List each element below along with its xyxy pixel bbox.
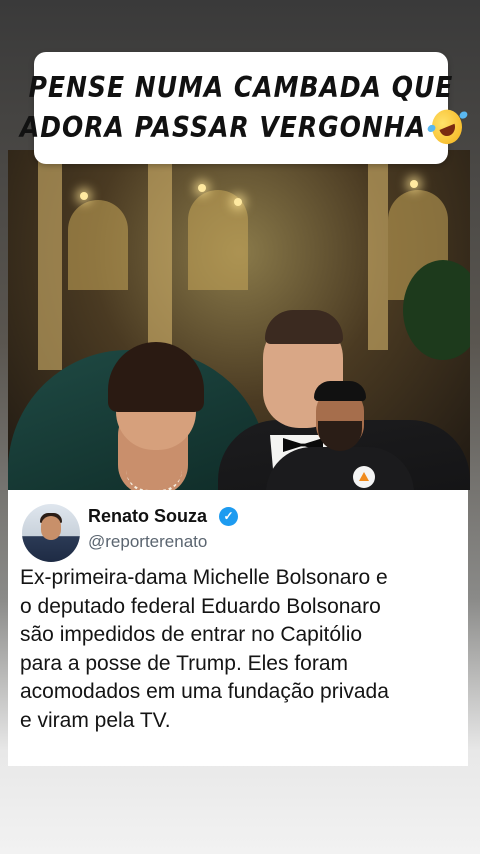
tweet-text-line: acomodados em uma fundação privada <box>20 680 389 704</box>
video-frame: PENSE NUMA CAMBADA QUE ADORA PASSAR VERG… <box>0 0 480 854</box>
tweet-text-line: o deputado federal Eduardo Bolsonaro <box>20 594 381 618</box>
tweet-text-line: e viram pela TV. <box>20 708 171 732</box>
tweet-text-line: Ex-primeira-dama Michelle Bolsonaro e <box>20 566 388 589</box>
headline-banner: PENSE NUMA CAMBADA QUE ADORA PASSAR VERG… <box>20 52 467 164</box>
avatar[interactable] <box>22 504 80 562</box>
headline-line-2-text: ADORA PASSAR VERGONHA <box>19 110 427 145</box>
verified-badge-icon: ✓ <box>219 507 238 526</box>
headline-line-2: ADORA PASSAR VERGONHA <box>19 104 467 151</box>
tweet-text: Ex-primeira-dama Michelle Bolsonaro e o … <box>20 564 460 736</box>
rolling-on-floor-laughing-icon <box>427 104 467 149</box>
tweet-card: Renato Souza ✓ @reporterenato Ex-primeir… <box>8 490 468 766</box>
author-name[interactable]: Renato Souza <box>88 506 207 527</box>
shirt-logo-icon <box>353 466 375 488</box>
pearl-necklace <box>126 470 182 490</box>
tweet-text-line: são impedidos de entrar no Capitólio <box>20 623 363 647</box>
author-handle[interactable]: @reporterenato <box>88 532 207 552</box>
tweet-text-line: para a posse de Trump. Eles foram <box>20 651 348 675</box>
